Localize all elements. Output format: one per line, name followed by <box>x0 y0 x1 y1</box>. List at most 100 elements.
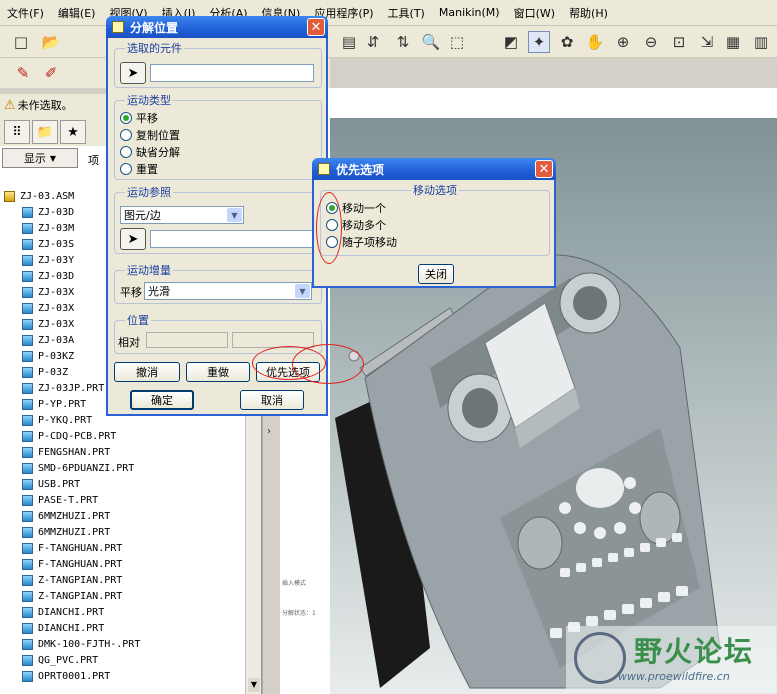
annotation-circle-prefs-outer <box>292 344 364 384</box>
undo-button[interactable]: 撤消 <box>114 362 180 382</box>
tree-item-part[interactable]: PASE-T.PRT <box>0 492 246 508</box>
relative-field-1 <box>146 332 228 348</box>
layers-icon[interactable]: ▥ <box>750 31 772 53</box>
dialog-app-icon <box>112 21 124 33</box>
tree-item-part[interactable]: F-TANGHUAN.PRT <box>0 556 246 572</box>
tree-item-part[interactable]: DIANCHI.PRT <box>0 620 246 636</box>
menu-edit[interactable]: 编辑(E) <box>51 5 103 21</box>
tree-item-part[interactable]: DIANCHI.PRT <box>0 604 246 620</box>
part-icon <box>22 558 33 570</box>
increment-label: 平移 <box>120 286 142 299</box>
part-icon <box>22 206 33 218</box>
menu-file[interactable]: 文件(F) <box>0 5 51 21</box>
increment-select[interactable]: 光滑 ▼ <box>144 282 312 300</box>
tree-item-part[interactable]: QG_PVC.PRT <box>0 652 246 668</box>
paste-icon[interactable]: ▤ <box>338 31 360 53</box>
motion-type-reset[interactable]: 重置 <box>120 161 158 177</box>
move-options-legend: 移动选项 <box>413 184 457 197</box>
part-icon <box>22 574 33 586</box>
motion-reference-field[interactable] <box>150 230 314 248</box>
pan-hand-icon[interactable]: ✋ <box>584 31 606 53</box>
tree-item-part[interactable]: F-TANGHUAN.PRT <box>0 540 246 556</box>
tree-item-label: DIANCHI.PRT <box>38 606 105 618</box>
tree-item-label: P-YKQ.PRT <box>38 414 93 426</box>
part-icon <box>22 414 33 426</box>
refit-icon[interactable]: ⊡ <box>668 31 690 53</box>
model-tree-tab-icon[interactable]: ⠿ <box>4 120 30 144</box>
motion-type-default-explode[interactable]: 缺省分解 <box>120 144 180 160</box>
motion-type-copy-position[interactable]: 复制位置 <box>120 127 180 143</box>
part-icon <box>22 654 33 666</box>
find-icon[interactable]: 🔍 <box>420 31 442 53</box>
favorites-tab-icon[interactable]: ★ <box>60 120 86 144</box>
tree-item-label: Z-TANGPIAN.PRT <box>38 590 123 602</box>
tree-item-part[interactable]: USB.PRT <box>0 476 246 492</box>
select-component-arrow-icon[interactable]: ➤ <box>120 62 146 84</box>
warning-icon: ⚠ <box>4 97 16 113</box>
orient-icon[interactable]: ✿ <box>556 31 578 53</box>
part-icon <box>22 238 33 250</box>
orient-mode-icon[interactable]: ✦ <box>528 31 550 53</box>
part-icon <box>22 366 33 378</box>
tree-item-label: ZJ-03Y <box>38 254 75 266</box>
open-file-icon[interactable]: 📂 <box>40 31 62 53</box>
menu-tools[interactable]: 工具(T) <box>381 5 432 21</box>
new-file-icon[interactable]: □ <box>10 31 32 53</box>
ok-button[interactable]: 确定 <box>130 390 194 410</box>
tree-item-label: 6MMZHUZI.PRT <box>38 510 111 522</box>
menu-manikin[interactable]: Manikin(M) <box>432 6 507 19</box>
tree-item-part[interactable]: P-CDQ-PCB.PRT <box>0 428 246 444</box>
position-legend: 位置 <box>127 314 149 327</box>
scroll-down-icon[interactable]: ▼ <box>248 678 260 692</box>
tree-item-label: ZJ-03X <box>38 302 75 314</box>
spin-center-icon[interactable]: ◩ <box>500 31 522 53</box>
tree-item-part[interactable]: FENGSHAN.PRT <box>0 444 246 460</box>
watermark-text: 野火论坛 <box>634 635 755 668</box>
tree-item-part[interactable]: OPRT0001.PRT <box>0 668 246 684</box>
tree-item-part[interactable]: DMK-100-FJTH-.PRT <box>0 636 246 652</box>
reorient-icon[interactable]: ⇲ <box>696 31 718 53</box>
folder-tab-icon[interactable]: 📁 <box>32 120 58 144</box>
zoom-in-icon[interactable]: ⊕ <box>612 31 634 53</box>
menu-window[interactable]: 窗口(W) <box>507 5 562 21</box>
tree-item-label: FENGSHAN.PRT <box>38 446 111 458</box>
tree-column-header: 项 <box>88 154 99 167</box>
tree-item-part[interactable]: 6MMZHUZI.PRT <box>0 508 246 524</box>
motion-reference-select[interactable]: 图元/边 ▼ <box>120 206 244 224</box>
part-icon <box>22 382 33 394</box>
close-button[interactable]: 关闭 <box>418 264 454 284</box>
watermark: 野火论坛 www.proewildfire.cn <box>566 626 776 692</box>
relative-label: 相对 <box>118 336 140 349</box>
cancel-button[interactable]: 取消 <box>240 390 304 410</box>
prefs-dialog-title: 优先选项 <box>336 162 385 177</box>
motion-type-translate[interactable]: 平移 <box>120 110 158 126</box>
explode-dialog-titlebar[interactable]: 分解位置 ✕ <box>106 16 328 38</box>
tree-item-label: ZJ-03S <box>38 238 75 250</box>
tree-item-label: ZJ-03JP.PRT <box>38 382 105 394</box>
tree-item-part[interactable]: SMD-6PDUANZI.PRT <box>0 460 246 476</box>
zoom-out-icon[interactable]: ⊖ <box>640 31 662 53</box>
selected-component-field[interactable] <box>150 64 314 82</box>
tree-item-part[interactable]: 6MMZHUZI.PRT <box>0 524 246 540</box>
show-dropdown[interactable]: 显示 ▼ <box>2 148 78 168</box>
regen-manager-icon[interactable]: ⇅ <box>392 31 414 53</box>
select-reference-arrow-icon[interactable]: ➤ <box>120 228 146 250</box>
status-message: 未作选取。 <box>17 99 73 112</box>
regenerate-icon[interactable]: ⇵ <box>362 31 384 53</box>
redo-button[interactable]: 重做 <box>186 362 250 382</box>
prefs-dialog-close-icon[interactable]: ✕ <box>535 160 553 178</box>
collapse-arrow-icon[interactable]: › <box>267 426 271 437</box>
prefs-dialog-titlebar[interactable]: 优先选项 ✕ <box>312 158 556 180</box>
view-manager-icon[interactable]: ▦ <box>722 31 744 53</box>
menu-help[interactable]: 帮助(H) <box>562 5 615 21</box>
measure-tool-icon[interactable]: ✐ <box>40 62 62 84</box>
tree-item-part[interactable]: Z-TANGPIAN.PRT <box>0 572 246 588</box>
tree-item-label: ZJ-03.ASM <box>20 190 75 202</box>
explode-dialog-close-icon[interactable]: ✕ <box>307 18 325 36</box>
select-box-icon[interactable]: ⬚ <box>446 31 468 53</box>
tree-item-part[interactable]: Z-TANGPIAN.PRT <box>0 588 246 604</box>
tree-item-label: ZJ-03M <box>38 222 75 234</box>
sketch-tool-icon[interactable]: ✎ <box>12 62 34 84</box>
tree-item-label: P-03KZ <box>38 350 75 362</box>
preferences-dialog: 优先选项 ✕ 移动选项 移动一个 移动多个 随子项移动 关闭 <box>312 158 556 288</box>
